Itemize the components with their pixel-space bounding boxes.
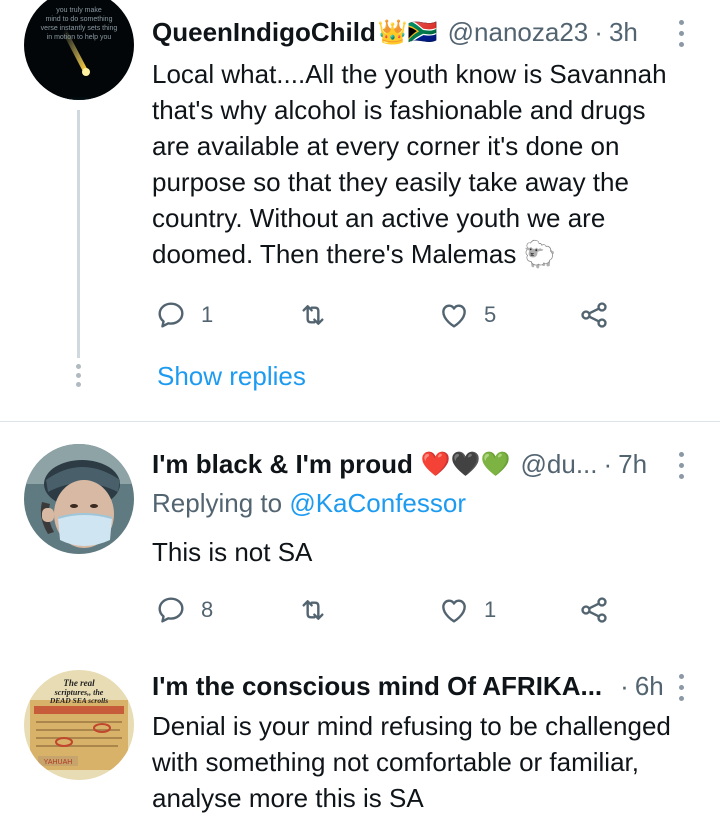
avatar[interactable] [24,444,134,554]
tweet-text: This is not SA [152,537,313,567]
handle[interactable]: @du... [521,449,598,480]
more-options-icon[interactable] [676,452,686,482]
like-button[interactable]: 5 [438,295,496,335]
replying-to: Replying to @KaConfessor [152,488,466,519]
timestamp[interactable]: 7h [618,449,647,480]
timestamp[interactable]: 3h [609,17,638,48]
svg-text:verse instantly sets thing: verse instantly sets thing [41,25,118,32]
reply-icon [158,597,184,623]
avatar-image: you truly make mind to do something vers… [24,0,134,100]
reply-count: 1 [201,302,214,327]
thread-line [77,110,80,358]
share-button[interactable] [578,590,610,630]
svg-text:in motion to help you: in motion to help you [47,34,112,41]
svg-text:you truly make: you truly make [56,7,102,14]
retweet-button[interactable] [297,295,329,335]
timestamp[interactable]: 6h [635,671,664,702]
retweet-icon [302,600,324,620]
avatar-text-4: YAHUAH [44,759,73,766]
tweet-header: I'm black & I'm proud ❤️🖤💚 @du... · 7h [152,446,680,482]
like-button[interactable]: 1 [438,590,496,630]
avatar-image: The real scriptures,, the DEAD SEA scrol… [24,670,134,780]
tweet-actions: 1 5 [155,295,635,335]
reply-count: 8 [201,597,214,622]
display-name[interactable]: QueenIndigoChild [152,17,376,48]
avatar[interactable]: The real scriptures,, the DEAD SEA scrol… [24,670,134,780]
like-icon [442,599,466,623]
share-icon [581,597,607,623]
tweet-text: Denial is your mind refusing to be chall… [152,711,671,813]
reply-button[interactable]: 8 [155,590,213,630]
display-name[interactable]: I'm black & I'm proud [152,449,413,480]
more-options-icon[interactable] [676,20,686,50]
name-emoji: 👑🇿🇦 [377,18,438,46]
reply-icon [158,302,184,328]
show-replies-link[interactable]: Show replies [157,361,306,392]
name-emoji: ❤️🖤💚 [420,450,511,478]
separator: · [603,448,613,479]
avatar[interactable]: you truly make mind to do something vers… [24,0,134,100]
avatar-image [24,444,134,554]
avatar-text-3: DEAD SEA scrolls [49,696,108,705]
replying-to-prefix: Replying to [152,488,283,518]
tweet-3[interactable]: The real scriptures,, the DEAD SEA scrol… [0,660,720,823]
share-icon [581,302,607,328]
display-name[interactable]: I'm the conscious mind Of AFRIKA... [152,671,602,702]
more-replies-dots[interactable] [74,364,83,391]
replying-to-handle[interactable]: @KaConfessor [289,488,466,518]
more-options-icon[interactable] [676,674,686,704]
tweet-header: I'm the conscious mind Of AFRIKA... · 6h [152,668,680,704]
retweet-icon [302,305,324,325]
tweet-header: QueenIndigoChild 👑🇿🇦 @nanoza23 · 3h [152,14,680,50]
like-count: 5 [484,302,497,327]
handle[interactable]: @nanoza23 [448,17,589,48]
tweet-text: Local what....All the youth know is Sava… [152,59,667,269]
tweet-actions: 8 1 [155,590,635,630]
tweet-2[interactable]: I'm black & I'm proud ❤️🖤💚 @du... · 7h R… [0,422,720,662]
like-icon [442,304,466,328]
avatar-text-1: The real [63,678,95,688]
reply-button[interactable]: 1 [155,295,213,335]
retweet-button[interactable] [297,590,329,630]
separator: · [620,670,629,701]
tweet-1[interactable]: you truly make mind to do something vers… [0,0,720,420]
separator: · [594,16,603,47]
share-button[interactable] [578,295,610,335]
svg-text:mind to do something: mind to do something [46,16,113,23]
like-count: 1 [484,597,497,622]
